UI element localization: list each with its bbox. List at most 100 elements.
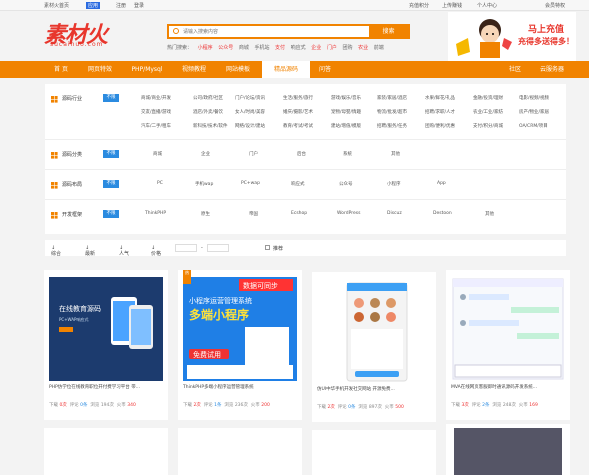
filter-item[interactable]: 房产/物业/家居 (519, 109, 549, 115)
card-title[interactable]: MVA在线网页客服即时通讯源码开发系统... (451, 384, 565, 390)
filter-item[interactable]: PC+wap (241, 181, 260, 186)
filter-item[interactable]: 原生 (201, 211, 210, 217)
filter-all-button[interactable]: 不限 (103, 94, 119, 102)
nav-php-mysql[interactable]: PHP/Mysql (122, 61, 172, 78)
filter-item[interactable]: 宠物/母婴/情趣 (331, 109, 361, 115)
filter-item[interactable]: 网络/设计/建站 (235, 123, 265, 129)
hot-item[interactable]: 企业 (311, 45, 321, 51)
filter-item[interactable]: 金融/投资/理财 (473, 95, 503, 101)
filter-item[interactable]: 农业/工业/家纺 (473, 109, 503, 115)
filter-item[interactable]: 手机wap (195, 181, 213, 187)
recommend-checkbox[interactable] (265, 245, 270, 250)
filter-item[interactable]: 新科技/技术/软件 (193, 123, 228, 129)
nav-qa[interactable]: 问答 (310, 61, 340, 78)
filter-item[interactable]: 商城 (153, 151, 162, 157)
filter-item[interactable]: 婚庆/摄影/艺术 (283, 109, 313, 115)
search-button[interactable]: 搜索 (369, 26, 408, 37)
resource-card[interactable]: 仿UI中华手机开发社交网站 开源免费... 下载 2次 评论 0条 浏览 897… (312, 272, 436, 422)
sort-composite[interactable]: 综合 ↓ (51, 245, 61, 257)
filter-item[interactable]: 团购/便利/优惠 (425, 123, 455, 129)
card-title[interactable]: PHP仿学位在线教育职位开付费学习平台 带... (49, 384, 163, 390)
filter-all-button[interactable]: 不限 (103, 210, 119, 218)
vip-link[interactable]: 会员特权 (545, 2, 565, 9)
resource-card[interactable]: 数据可同步 小程序运营管理系统 多端小程序 免费试用 热 ThinkPHP多端小… (178, 270, 302, 420)
filter-item[interactable]: 酒店/外卖/餐饮 (193, 109, 223, 115)
filter-item[interactable]: PC (157, 181, 163, 186)
filter-item[interactable]: 家装/家居/酒店 (377, 95, 407, 101)
filter-item[interactable]: 公司/政府/社区 (193, 95, 223, 101)
nav-templates[interactable]: 网站模板 (216, 61, 260, 78)
filter-item[interactable]: 教育/考试/考试 (283, 123, 313, 129)
filter-item[interactable]: 建站/增值/模版 (331, 123, 361, 129)
home-link[interactable]: 素材火首页 (44, 2, 69, 9)
upload-link[interactable]: 上传赚钱 (442, 2, 462, 9)
nav-source-code[interactable]: 精品源码 (262, 61, 310, 78)
resource-card-partial[interactable] (178, 428, 302, 475)
filter-item[interactable]: 帝国 (249, 211, 258, 217)
filter-item[interactable]: 游戏/娱乐/音乐 (331, 95, 361, 101)
filter-item[interactable]: ThinkPHP (145, 211, 166, 216)
price-min-input[interactable] (175, 244, 197, 252)
hot-item[interactable]: 商城 (239, 45, 249, 51)
filter-item[interactable]: 电影/视频/视频 (519, 95, 549, 101)
sort-price[interactable]: 价格 ↓ (151, 245, 161, 257)
hot-item[interactable]: 公众号 (218, 45, 233, 51)
filter-item[interactable]: 招聘/服务/任务 (377, 123, 407, 129)
sort-latest[interactable]: 最新 ↓ (85, 245, 95, 257)
filter-item[interactable]: 后台 (297, 151, 306, 157)
filter-all-button[interactable]: 不限 (103, 150, 119, 158)
resource-card-partial[interactable] (312, 430, 436, 475)
hot-item[interactable]: 手机站 (254, 45, 269, 51)
resource-card-partial[interactable] (44, 428, 168, 475)
nav-home[interactable]: 首 页 (44, 61, 78, 78)
sort-popular[interactable]: 人气 ↓ (119, 245, 129, 257)
filter-item[interactable]: 商城/商业/开发 (141, 95, 171, 101)
filter-item[interactable]: 小程序 (387, 181, 401, 187)
filter-all-button[interactable]: 不限 (103, 180, 119, 188)
top-up-link[interactable]: 充值积分 (409, 2, 429, 9)
register-link[interactable]: 注册 (116, 2, 126, 9)
filter-item[interactable]: 企业 (201, 151, 210, 157)
nav-video[interactable]: 视频教程 (172, 61, 216, 78)
login-link[interactable]: 登录 (134, 2, 144, 9)
filter-item[interactable]: 女人/时尚/美容 (235, 109, 265, 115)
resource-card-partial[interactable] (446, 424, 570, 475)
resource-card[interactable]: 在线教育源码 PC+WAP响应式 PHP仿学位在线教育职位开付费学习平台 带..… (44, 270, 168, 420)
search-input[interactable] (183, 27, 363, 37)
hot-item[interactable]: 团购 (342, 45, 352, 51)
filter-item[interactable]: 门户 (249, 151, 258, 157)
filter-item[interactable]: App (437, 181, 446, 186)
app-link[interactable]: 应用 (86, 2, 101, 9)
filter-item[interactable]: WordPress (337, 211, 360, 216)
filter-item[interactable]: 生活/服务/旅行 (283, 95, 313, 101)
filter-item[interactable]: 招聘/求职/人才 (425, 109, 455, 115)
filter-item[interactable]: 水果/鲜花/礼品 (425, 95, 455, 101)
filter-item[interactable]: 物流/批发/超市 (377, 109, 407, 115)
promo-banner[interactable]: 马上充值 充得多送得多！ (448, 12, 576, 62)
filter-item[interactable]: Destoon (433, 211, 452, 216)
card-title[interactable]: 仿UI中华手机开发社交网站 开源免费... (317, 386, 431, 392)
site-logo[interactable]: 素材火 sucaihuo.com (44, 17, 164, 48)
personal-center-link[interactable]: 个人中心 (477, 2, 497, 9)
hot-item[interactable]: 响应式 (291, 45, 306, 51)
filter-item[interactable]: 其他 (485, 211, 494, 217)
filter-item[interactable]: 其他 (391, 151, 400, 157)
card-title[interactable]: ThinkPHP多端小程序运营管理系统 (183, 384, 297, 390)
filter-item[interactable]: 支付/积分/商城 (473, 123, 503, 129)
filter-item[interactable]: 门户/论坛/资讯 (235, 95, 265, 101)
nav-community[interactable]: 社区 (500, 61, 530, 78)
filter-item[interactable]: OA/CRM/项目 (519, 123, 548, 129)
filter-item[interactable]: Ecshop (291, 211, 307, 216)
nav-web-effects[interactable]: 网页特效 (78, 61, 122, 78)
hot-item[interactable]: 支付 (275, 45, 285, 51)
hot-item[interactable]: 前端 (374, 45, 384, 51)
filter-item[interactable]: Discuz (387, 211, 402, 216)
hot-item[interactable]: 门户 (327, 45, 337, 51)
nav-cloud[interactable]: 云服务器 (532, 61, 572, 78)
filter-item[interactable]: 公众号 (339, 181, 353, 187)
filter-item[interactable]: 交友/直播/游戏 (141, 109, 171, 115)
hot-item[interactable]: 农业 (358, 45, 368, 51)
filter-item[interactable]: 响应式 (291, 181, 305, 187)
hot-item[interactable]: 小程序 (198, 45, 213, 51)
filter-item[interactable]: 汽车/二手/租车 (141, 123, 171, 129)
